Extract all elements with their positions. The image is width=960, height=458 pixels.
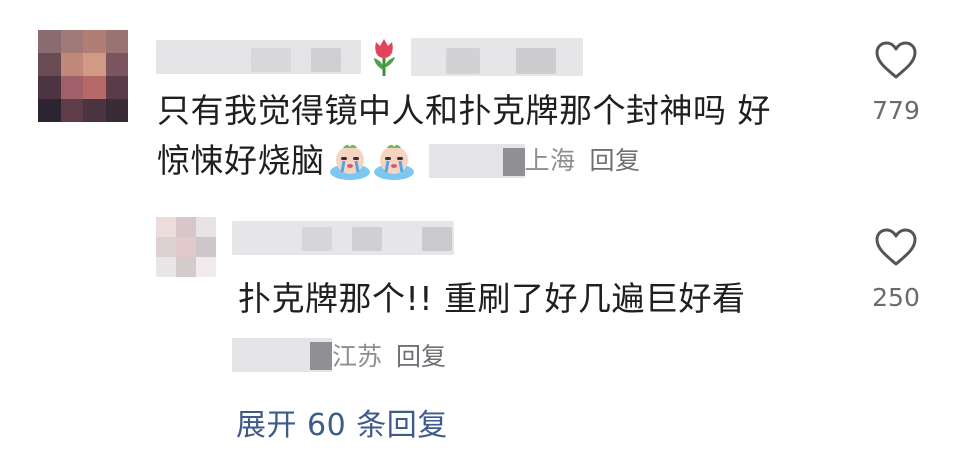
reply-commenter-username[interactable]	[232, 221, 454, 257]
reply-comment-text: 扑克牌那个!! 重刷了好几遍巨好看	[238, 279, 746, 318]
heart-outline-icon	[875, 41, 917, 79]
commenter-avatar[interactable]	[38, 30, 128, 122]
crying-face-emoji-icon	[373, 142, 415, 180]
heart-outline-icon	[875, 228, 917, 266]
expand-replies-button[interactable]: 展开 60 条回复	[236, 400, 448, 444]
reply-like-button[interactable]: 250	[856, 227, 936, 317]
reply-to-reply-button[interactable]: 回复	[396, 337, 446, 373]
like-count: 779	[872, 96, 920, 125]
reply-location: 江苏	[332, 342, 383, 371]
comment-text-line-1: 只有我觉得镜中人和扑克牌那个封神吗 好	[157, 91, 771, 130]
comment-location: 上海	[524, 146, 576, 175]
reply-commenter-avatar[interactable]	[156, 217, 216, 277]
comment-text: 只有我觉得镜中人和扑克牌那个封神吗 好 惊悚好烧脑 上海 回复	[157, 88, 837, 184]
reply-timestamp-blurred	[232, 338, 332, 372]
reply-button[interactable]: 回复	[590, 138, 641, 184]
reply-meta-row: 江苏 回复	[232, 335, 446, 375]
like-button[interactable]: 779	[856, 40, 936, 130]
comment-text-line-2: 惊悚好烧脑	[157, 141, 325, 180]
comment-timestamp-blurred	[428, 144, 525, 178]
tulip-emoji-icon	[364, 36, 404, 78]
crying-face-emoji-icon	[329, 142, 371, 180]
reply-like-count: 250	[872, 283, 920, 312]
